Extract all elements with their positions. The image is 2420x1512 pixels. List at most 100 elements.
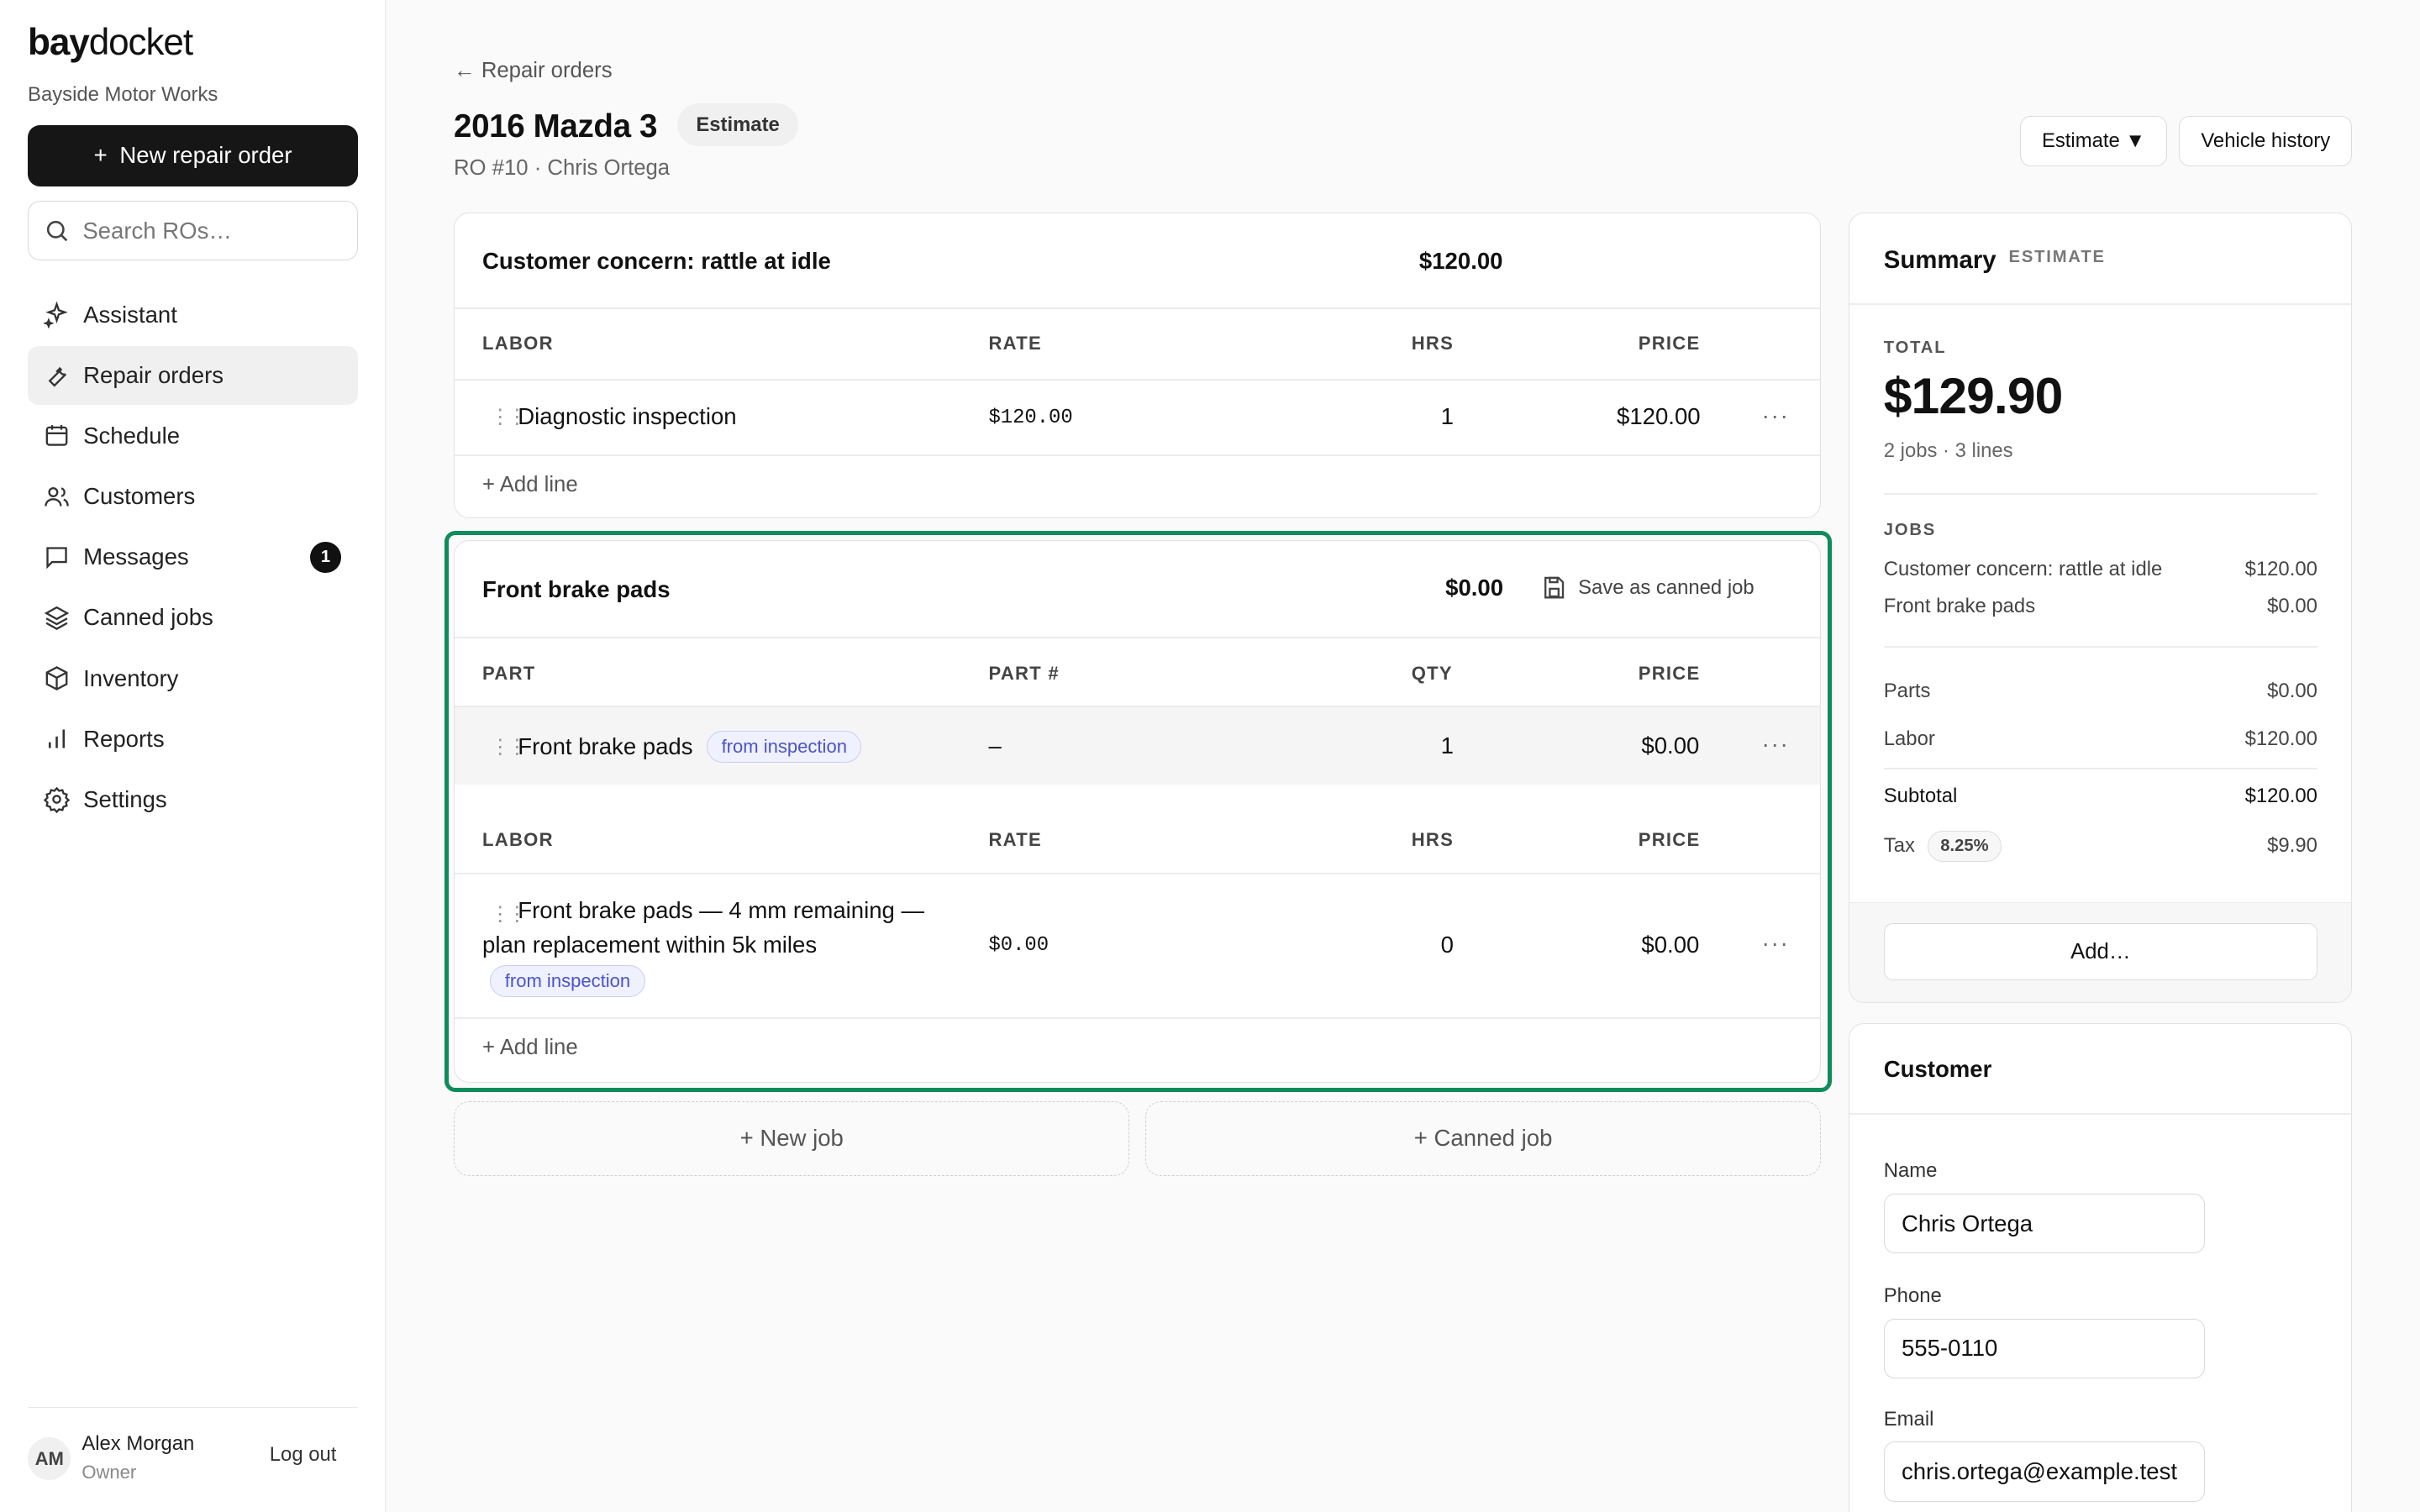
sidebar-item-reports[interactable]: Reports <box>28 710 358 769</box>
canned-job-button[interactable]: + Canned job <box>1144 1101 1822 1176</box>
tax-rate-badge: 8.25% <box>1927 831 2002 862</box>
user-role: Owner <box>82 1462 137 1483</box>
sidebar-item-label: Inventory <box>83 664 179 691</box>
labor-amount: $120.00 <box>2244 727 2317 751</box>
sparkle-icon <box>43 301 69 329</box>
summary-status-tag: ESTIMATE <box>2008 247 2106 266</box>
summary-job-name: Front brake pads <box>1883 595 2036 618</box>
tax-amount: $9.90 <box>2267 834 2317 858</box>
search-icon <box>47 220 68 242</box>
status-dropdown-button[interactable]: Estimate ▼ <box>2020 115 2167 167</box>
phone-label: Phone <box>1883 1284 1942 1308</box>
search-box[interactable] <box>28 200 359 261</box>
bar-chart-icon <box>49 729 66 748</box>
job-title: Customer concern: rattle at idle <box>482 247 831 274</box>
summary-job-row: Customer concern: rattle at idle $120.00 <box>1884 558 2317 581</box>
labor-hrs: 1 <box>1440 403 1454 430</box>
subtotal-row: Subtotal $120.00 <box>1884 785 2317 808</box>
gear-icon <box>44 787 71 814</box>
column-header-labor: LABOR <box>482 332 554 354</box>
name-field[interactable] <box>1883 1193 2205 1254</box>
messages-badge: 1 <box>310 541 341 573</box>
subtotal-amount: $120.00 <box>2244 785 2317 808</box>
total-label: TOTAL <box>1883 339 1947 358</box>
tax-label-group: Tax 8.25% <box>1884 831 2002 862</box>
back-link[interactable]: ← Repair orders <box>454 59 613 83</box>
add-button[interactable]: Add… <box>1883 923 2317 981</box>
divider <box>454 307 1821 310</box>
summary-job-row: Front brake pads $0.00 <box>1884 595 2317 618</box>
divider <box>1849 302 2352 305</box>
column-header-hrs: HRS <box>1411 332 1455 354</box>
divider <box>1883 767 2317 769</box>
user-name: Alex Morgan <box>82 1432 195 1456</box>
new-job-button[interactable]: + New job <box>453 1101 1130 1176</box>
labor-price: $120.00 <box>1617 403 1701 430</box>
user-bar: AM Alex Morgan Owner Log out <box>28 1407 359 1512</box>
summary-job-name: Customer concern: rattle at idle <box>1883 558 2163 581</box>
calendar-icon <box>46 425 68 447</box>
sidebar-item-assistant[interactable]: Assistant <box>28 286 358 344</box>
add-line-button[interactable]: + Add line <box>482 473 578 497</box>
divider <box>1849 1113 2352 1116</box>
total-amount: $129.90 <box>1883 367 2064 425</box>
sidebar-item-label: Settings <box>83 785 167 812</box>
summary-meta: 2 jobs · 3 lines <box>1883 438 2013 462</box>
plus-icon: + <box>93 142 108 169</box>
column-header-price: PRICE <box>1638 332 1701 354</box>
parts-amount: $0.00 <box>2267 680 2317 703</box>
sidebar-item-messages[interactable]: Messages 1 <box>28 528 358 586</box>
wrench-icon <box>49 367 67 387</box>
sidebar-item-label: Messages <box>83 543 189 570</box>
email-field[interactable] <box>1883 1441 2205 1503</box>
page-subtitle: RO #10 · Chris Ortega <box>453 155 671 180</box>
status-badge: Estimate <box>677 103 798 147</box>
sidebar-item-label: Reports <box>83 725 165 752</box>
sidebar-item-label: Repair orders <box>83 361 224 388</box>
jobs-label: JOBS <box>1883 520 1937 539</box>
sidebar-item-inventory[interactable]: Inventory <box>28 649 358 708</box>
shop-name: Bayside Motor Works <box>28 83 218 107</box>
users-icon <box>45 486 70 507</box>
search-input[interactable] <box>82 217 330 244</box>
sidebar: baydocket Bayside Motor Works + New repa… <box>0 0 387 1512</box>
more-options-icon[interactable]: ··· <box>1762 402 1790 429</box>
labor-name: Diagnostic inspection <box>518 403 737 430</box>
page-title: 2016 Mazda 3 <box>453 108 658 144</box>
parts-row: Parts $0.00 <box>1884 680 2317 703</box>
sidebar-item-repair-orders[interactable]: Repair orders <box>28 345 359 405</box>
new-repair-order-button[interactable]: + New repair order <box>28 124 359 187</box>
summary-job-amount: $0.00 <box>2267 595 2317 618</box>
sidebar-item-canned-jobs[interactable]: Canned jobs <box>28 589 358 648</box>
summary-title: Summary <box>1883 246 1996 275</box>
sidebar-nav: Assistant Repair orders Schedule Custome… <box>28 286 359 831</box>
logout-button[interactable]: Log out <box>270 1443 337 1467</box>
tax-row: Tax 8.25% $9.90 <box>1884 831 2317 862</box>
divider <box>454 378 1821 381</box>
labor-label: Labor <box>1883 727 1935 751</box>
job-card: Customer concern: rattle at idle $120.00… <box>453 213 1822 519</box>
brand-logo[interactable]: baydocket <box>28 21 193 64</box>
sidebar-item-label: Customers <box>83 483 196 510</box>
divider <box>454 454 1821 456</box>
message-icon <box>46 547 68 570</box>
customer-title: Customer <box>1883 1056 1992 1083</box>
brand-regular: docket <box>88 21 193 63</box>
divider <box>1883 492 2317 495</box>
sidebar-item-label: Schedule <box>83 422 181 449</box>
name-label: Name <box>1883 1159 1938 1183</box>
vehicle-history-button[interactable]: Vehicle history <box>2179 115 2353 167</box>
job-total: $120.00 <box>1418 247 1503 274</box>
sidebar-item-schedule[interactable]: Schedule <box>28 407 358 465</box>
brand-bold: bay <box>28 21 90 63</box>
sidebar-item-customers[interactable]: Customers <box>28 467 358 526</box>
column-header-rate: RATE <box>988 332 1042 354</box>
tax-label: Tax <box>1883 834 1915 858</box>
layers-icon <box>45 606 70 630</box>
sidebar-item-label: Canned jobs <box>83 604 213 631</box>
phone-field[interactable] <box>1883 1318 2205 1379</box>
labor-row: Labor $120.00 <box>1884 727 2317 751</box>
selected-job-highlight <box>444 530 1833 1093</box>
sidebar-item-settings[interactable]: Settings <box>28 770 358 829</box>
box-icon <box>46 666 68 691</box>
